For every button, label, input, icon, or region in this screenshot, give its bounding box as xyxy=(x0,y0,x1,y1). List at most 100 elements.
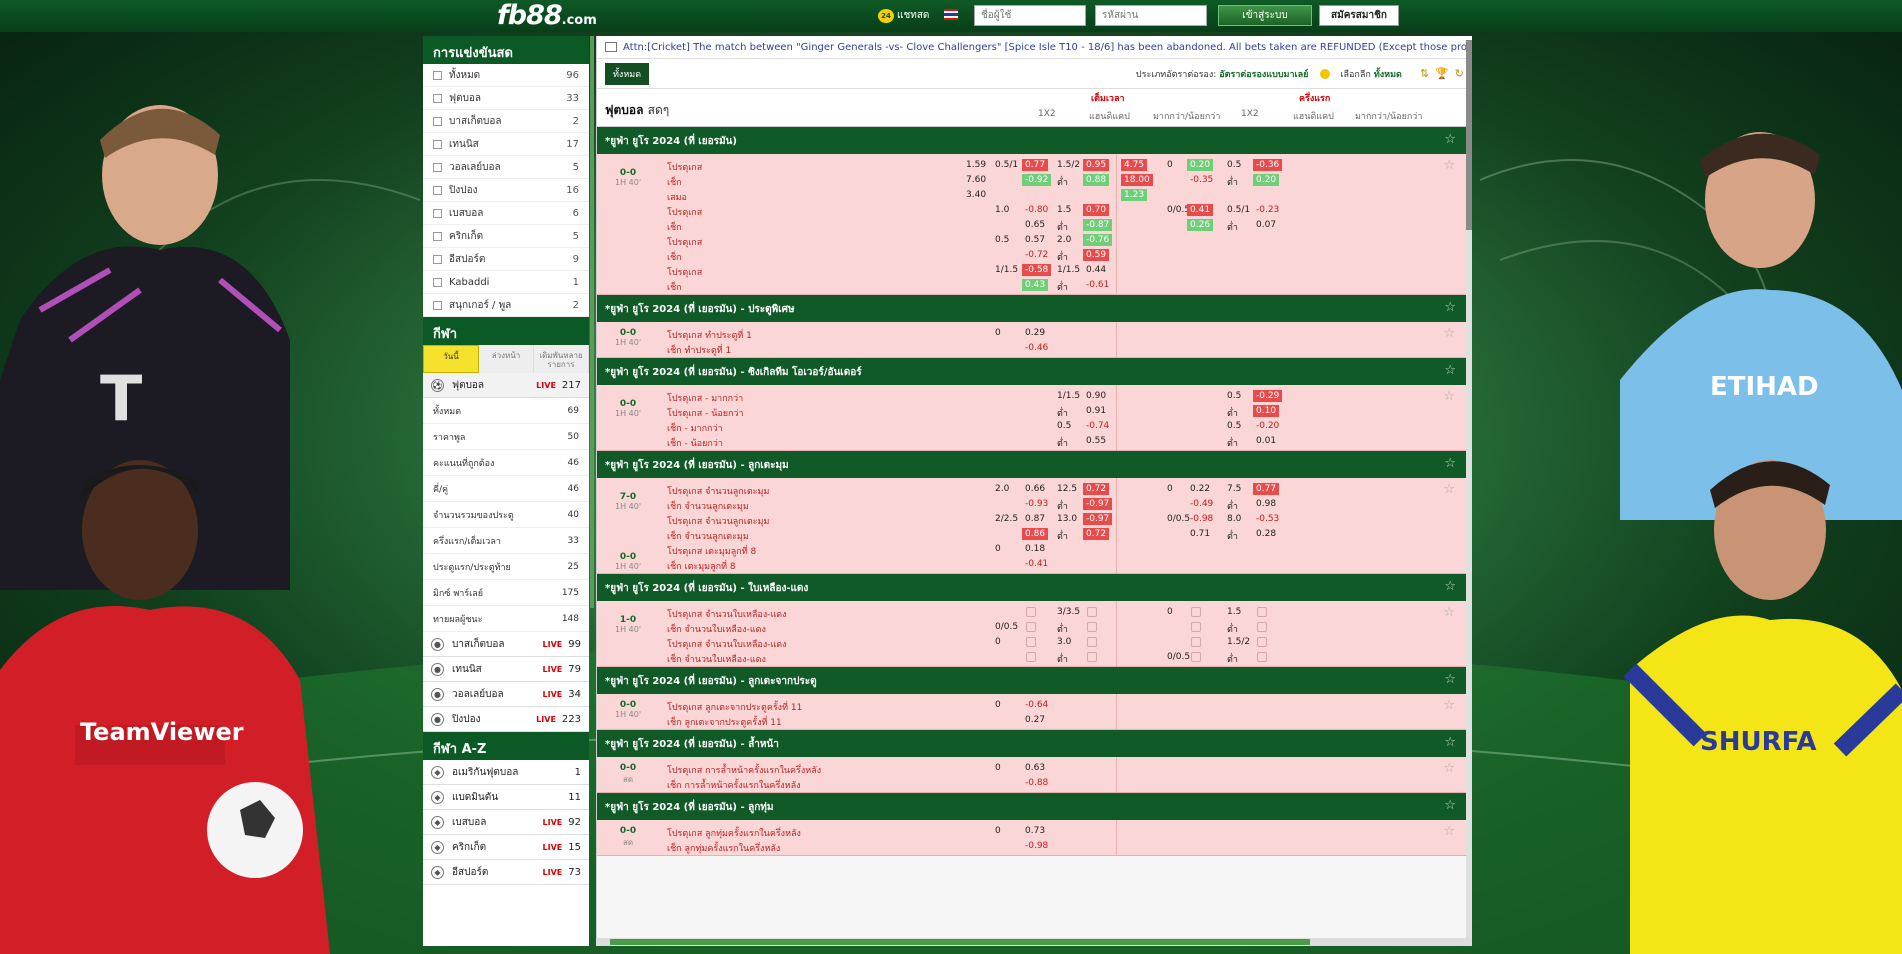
odds-price[interactable]: 0.20 xyxy=(1253,174,1280,186)
odds-price[interactable]: -0.49 xyxy=(1187,498,1216,510)
odds-scrollbar[interactable] xyxy=(1466,40,1472,940)
odds-price[interactable]: 4.75 xyxy=(1121,159,1148,171)
odds-price[interactable]: 0.86 xyxy=(1022,528,1049,540)
odds-price[interactable]: -0.23 xyxy=(1253,204,1282,216)
odds-price[interactable]: 0.22 xyxy=(1187,483,1213,495)
odds-price[interactable]: -0.76 xyxy=(1083,234,1113,246)
league-header[interactable]: *ยูฟ่า ยูโร 2024 (ที่ เยอรมัน) - ใบเหลือ… xyxy=(597,574,1472,601)
odds-price[interactable]: 0.01 xyxy=(1253,435,1279,447)
league-header[interactable]: *ยูฟ่า ยูโร 2024 (ที่ เยอรมัน) - ซิงเกิล… xyxy=(597,358,1472,385)
odds-price[interactable]: -0.88 xyxy=(1022,777,1051,789)
odds-price[interactable]: -0.61 xyxy=(1083,279,1112,291)
sport-item[interactable]: ◆ อีสปอร์ต LIVE 73 xyxy=(423,860,589,885)
odds-price[interactable]: -0.35 xyxy=(1187,174,1216,186)
favorite-star-icon[interactable]: ☆ xyxy=(1443,326,1455,341)
odds-price[interactable]: 0.95 xyxy=(1083,159,1110,171)
odds-price[interactable]: 0.55 xyxy=(1083,435,1109,447)
sport-period-tab[interactable]: วันนี้ xyxy=(423,345,479,373)
odds-price[interactable]: 0.71 xyxy=(1187,528,1213,540)
live-sport-item[interactable]: สนุกเกอร์ / พูล 2 xyxy=(423,294,589,317)
football-market-item[interactable]: ประตูแรก/ประตูท้าย 25 xyxy=(423,554,589,580)
live-sport-item[interactable]: วอลเลย์บอล 5 xyxy=(423,156,589,179)
favorite-star-icon[interactable]: ☆ xyxy=(1443,482,1455,497)
password-input[interactable] xyxy=(1095,5,1207,26)
checkbox[interactable] xyxy=(433,139,442,149)
odds-price[interactable]: 0.59 xyxy=(1083,249,1110,261)
fb88-logo[interactable]: fb88.com xyxy=(497,0,597,31)
odds-price[interactable]: 0.57 xyxy=(1022,234,1048,246)
live-sport-item[interactable]: บาสเก็ตบอล 2 xyxy=(423,110,589,133)
odds-price[interactable]: 0.07 xyxy=(1253,219,1279,231)
odds-price[interactable]: 0.10 xyxy=(1253,405,1280,417)
live-sport-item[interactable]: เบสบอล 6 xyxy=(423,202,589,225)
checkbox[interactable] xyxy=(433,277,442,287)
sidebar-scrollbar[interactable] xyxy=(590,36,594,608)
odds-price[interactable]: 0.29 xyxy=(1022,327,1048,339)
checkbox[interactable] xyxy=(433,70,442,80)
checkbox[interactable] xyxy=(433,208,442,218)
login-button[interactable]: เข้าสู่ระบบ xyxy=(1218,5,1312,26)
odds-price[interactable]: 0.18 xyxy=(1022,543,1048,555)
odds-price[interactable]: 0.63 xyxy=(1022,762,1048,774)
sport-item[interactable]: ● วอลเลย์บอล LIVE 34 xyxy=(423,682,589,707)
football-market-item[interactable]: จำนวนรวมของประตู 40 xyxy=(423,502,589,528)
odds-price[interactable]: -0.74 xyxy=(1083,420,1112,432)
football-market-item[interactable]: คะแนนที่ถูกต้อง 46 xyxy=(423,450,589,476)
odds-price[interactable]: 0.28 xyxy=(1253,528,1279,540)
checkbox[interactable] xyxy=(433,162,442,172)
sport-period-tab[interactable]: เดิมพันหลายรายการ xyxy=(534,345,589,373)
odds-price[interactable]: 0.66 xyxy=(1022,483,1048,495)
favorite-star-icon[interactable]: ☆ xyxy=(1444,456,1456,471)
odds-price[interactable]: 0.98 xyxy=(1253,498,1279,510)
favorite-star-icon[interactable]: ☆ xyxy=(1443,605,1455,620)
live-sport-item[interactable]: ปิงปอง 16 xyxy=(423,179,589,202)
odds-price[interactable]: -0.98 xyxy=(1187,513,1216,525)
league-header[interactable]: *ยูฟ่า ยูโร 2024 (ที่ เยอรมัน) - ประตูพิ… xyxy=(597,295,1472,322)
odds-price[interactable]: 1.59 xyxy=(963,159,989,171)
live-sport-item[interactable]: Kabaddi 1 xyxy=(423,271,589,294)
favorite-star-icon[interactable]: ☆ xyxy=(1444,735,1456,750)
league-header[interactable]: *ยูฟ่า ยูโร 2024 (ที่ เยอรมัน) - ลูกเตะจ… xyxy=(597,667,1472,694)
live-sport-item[interactable]: อีสปอร์ต 9 xyxy=(423,248,589,271)
horizontal-scroll-thumb[interactable] xyxy=(610,939,1310,945)
checkbox[interactable] xyxy=(433,185,442,195)
trophy-icon[interactable]: 🏆 xyxy=(1435,67,1449,80)
favorite-star-icon[interactable]: ☆ xyxy=(1444,300,1456,315)
favorite-star-icon[interactable]: ☆ xyxy=(1444,672,1456,687)
odds-price[interactable]: -0.98 xyxy=(1022,840,1051,852)
odds-price[interactable]: -0.41 xyxy=(1022,558,1051,570)
thai-flag-icon[interactable] xyxy=(944,9,958,20)
odds-price[interactable]: -0.58 xyxy=(1022,264,1052,276)
favorite-star-icon[interactable]: ☆ xyxy=(1443,761,1455,776)
football-market-item[interactable]: มิกซ์ พาร์เลย์ 175 xyxy=(423,580,589,606)
refresh-icon[interactable]: ↻ xyxy=(1455,67,1464,80)
odds-price[interactable]: -0.87 xyxy=(1083,219,1113,231)
odds-price[interactable]: 0.77 xyxy=(1253,483,1280,495)
odds-price[interactable]: -0.92 xyxy=(1022,174,1052,186)
odds-price[interactable]: -0.93 xyxy=(1022,498,1051,510)
sport-item[interactable]: ◆ อเมริกันฟุตบอล 1 xyxy=(423,760,589,785)
football-market-item[interactable]: ราคาพูล 50 xyxy=(423,424,589,450)
league-header[interactable]: *ยูฟ่า ยูโร 2024 (ที่ เยอรมัน) ☆ xyxy=(597,127,1472,154)
favorite-star-icon[interactable]: ☆ xyxy=(1443,698,1455,713)
odds-price[interactable]: 0.70 xyxy=(1083,204,1110,216)
odds-price[interactable]: -0.72 xyxy=(1022,249,1051,261)
odds-price[interactable]: 0.20 xyxy=(1187,159,1214,171)
sport-item[interactable]: ● บาสเก็ตบอล LIVE 99 xyxy=(423,632,589,657)
odds-price[interactable]: 0.87 xyxy=(1022,513,1048,525)
odds-price[interactable]: -0.97 xyxy=(1083,498,1113,510)
odds-price[interactable]: 7.60 xyxy=(963,174,989,186)
league-header[interactable]: *ยูฟ่า ยูโร 2024 (ที่ เยอรมัน) - ล้ำหน้า… xyxy=(597,730,1472,757)
odds-price[interactable]: 0.90 xyxy=(1083,390,1109,402)
odds-price[interactable]: 0.77 xyxy=(1022,159,1049,171)
league-select[interactable]: ทั้งหมด xyxy=(1374,67,1402,81)
odds-price[interactable]: 18.00 xyxy=(1121,174,1153,186)
odds-price[interactable]: -0.53 xyxy=(1253,513,1282,525)
odds-price[interactable]: 0.91 xyxy=(1083,405,1109,417)
info-icon[interactable] xyxy=(1320,68,1331,79)
odds-price[interactable]: 0.41 xyxy=(1187,204,1214,216)
league-header[interactable]: *ยูฟ่า ยูโร 2024 (ที่ เยอรมัน) - ลูกทุ่ม… xyxy=(597,793,1472,820)
odds-price[interactable]: 0.43 xyxy=(1022,279,1049,291)
football-market-item[interactable]: ทายผลผู้ชนะ 148 xyxy=(423,606,589,632)
odds-price[interactable]: 0.44 xyxy=(1083,264,1109,276)
